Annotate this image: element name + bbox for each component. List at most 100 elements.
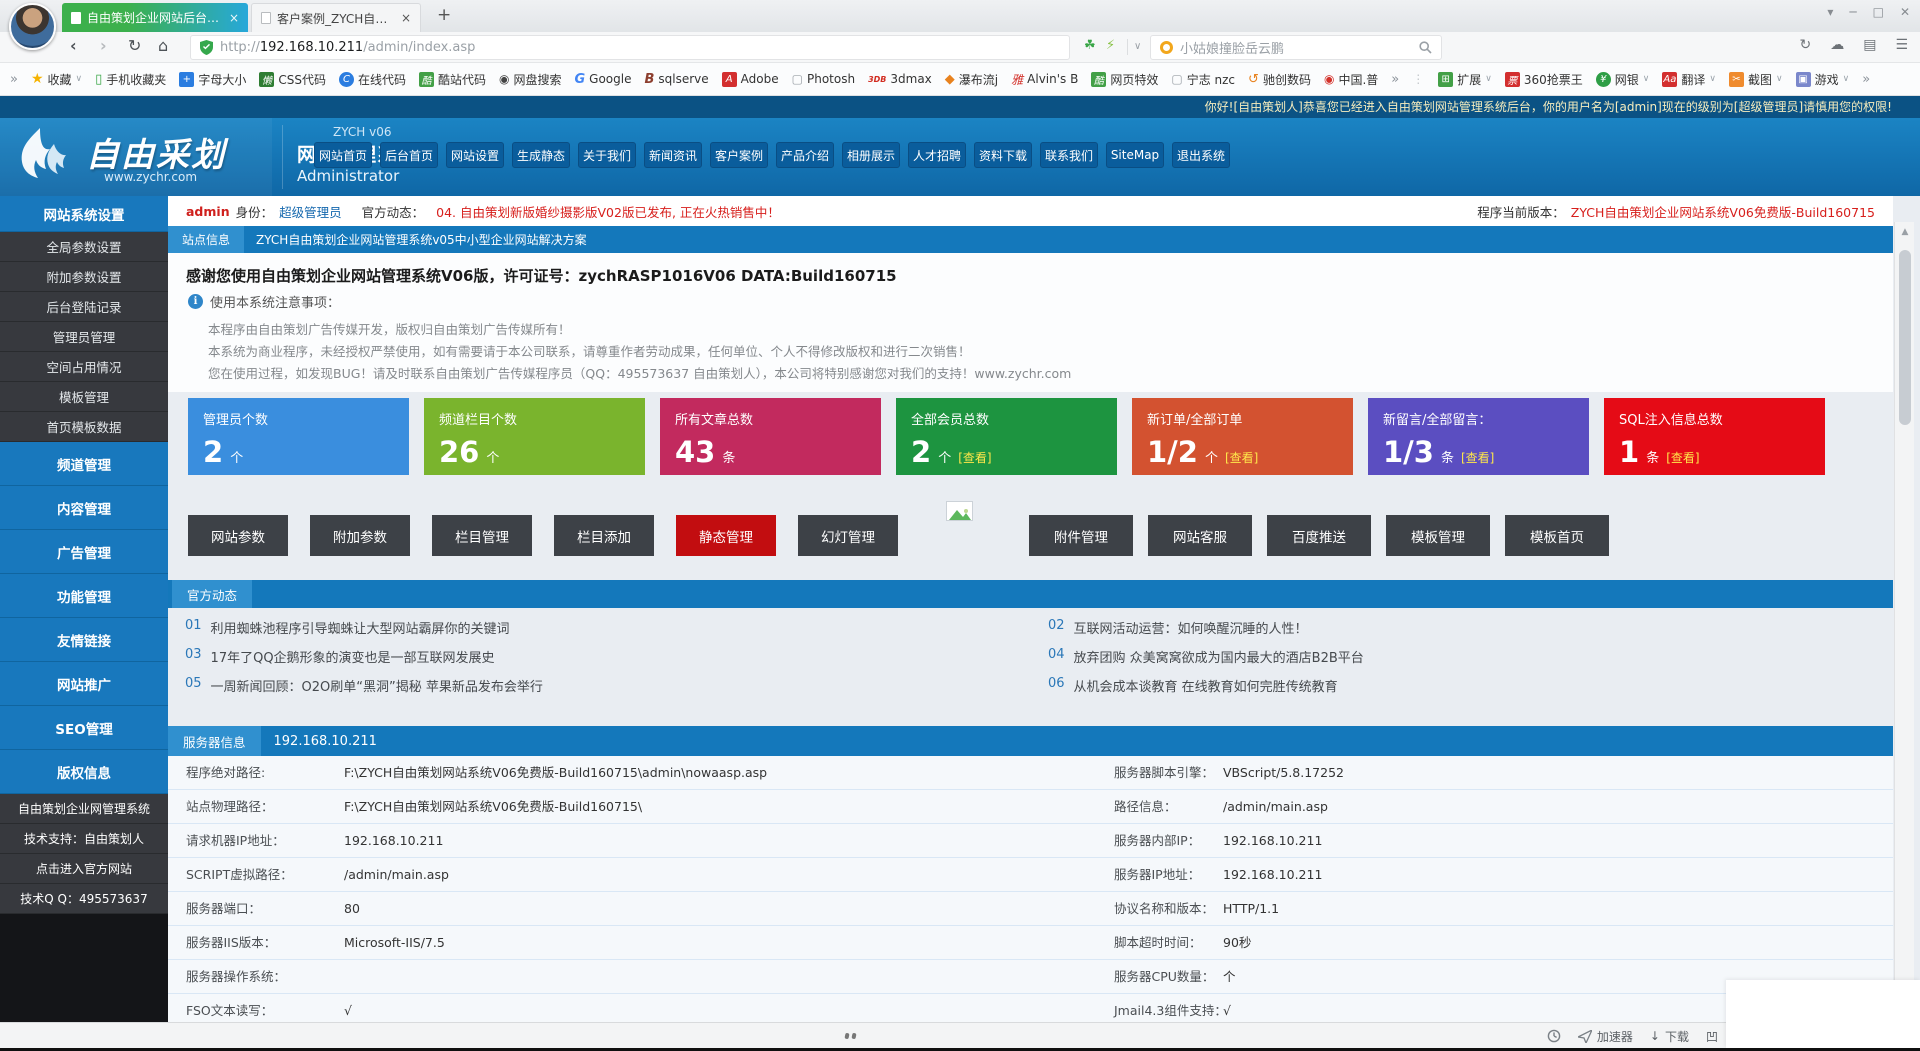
button-column-management[interactable]: 栏目管理 <box>432 515 532 556</box>
official-news-marquee[interactable]: 04. 自由策划新版婚纱摄影版V02版已发布, 正在火热销售中！ <box>436 202 780 221</box>
news-item[interactable]: 0317年了QQ企鹅形象的演变也是一部互联网发展史 <box>185 647 495 666</box>
sidebar-item-function-management[interactable]: 功能管理 <box>0 574 168 618</box>
tab-close-icon[interactable]: × <box>401 11 411 25</box>
button-slide-management[interactable]: 幻灯管理 <box>798 515 898 556</box>
search-icon[interactable] <box>1419 41 1432 54</box>
browser-tab-inactive[interactable]: 客户案例_ZYCH自由策划企业网 × <box>251 3 421 32</box>
bookmark-sqlserver[interactable]: Bsqlserve <box>644 72 708 87</box>
site-info-tab[interactable]: 站点信息 <box>168 226 244 253</box>
nav-site-settings[interactable]: 网站设置 <box>446 142 504 168</box>
sync-icon[interactable]: ↻ <box>1799 37 1811 53</box>
nav-about-us[interactable]: 关于我们 <box>578 142 636 168</box>
button-template-home[interactable]: 模板首页 <box>1505 515 1609 556</box>
scrollbar-thumb[interactable] <box>1899 250 1911 425</box>
sidebar-item-ad-management[interactable]: 广告管理 <box>0 530 168 574</box>
extension-manager[interactable]: ⊞扩展∨ <box>1438 71 1492 88</box>
menu-icon[interactable]: ☰ <box>1895 37 1908 53</box>
bookmark-css-code[interactable]: 懒CSS代码 <box>259 71 326 88</box>
button-static-management[interactable]: 静态管理 <box>676 515 776 556</box>
button-column-add[interactable]: 栏目添加 <box>554 515 654 556</box>
news-item[interactable]: 05一周新闻回顾：O2O刷单“黑洞”揭秘 苹果新品发布会举行 <box>185 676 543 695</box>
view-link[interactable]: [查看] <box>1461 449 1494 466</box>
bookmark-web-effects[interactable]: 酷网页特效 <box>1091 71 1158 88</box>
bookmark-ningzhi[interactable]: ▢宁志 nzc <box>1171 71 1235 88</box>
download-button[interactable]: ↓ 下载 <box>1650 1028 1689 1045</box>
sidebar-item-space-usage[interactable]: 空间占用情况 <box>0 352 168 382</box>
nav-home[interactable]: 网站首页 <box>314 142 372 168</box>
news-item[interactable]: 06从机会成本谈教育 在线教育如何完胜传统教育 <box>1048 676 1338 695</box>
bookmark-zhongguopu[interactable]: ◉中国.普 <box>1324 71 1378 88</box>
view-link[interactable]: [查看] <box>958 449 991 466</box>
nav-customer-cases[interactable]: 客户案例 <box>710 142 768 168</box>
sidebar-item-site-promotion[interactable]: 网站推广 <box>0 662 168 706</box>
forward-icon[interactable]: › <box>100 37 107 55</box>
new-tab-button[interactable]: + <box>437 5 451 25</box>
nav-products[interactable]: 产品介绍 <box>776 142 834 168</box>
speed-test-icon[interactable] <box>1547 1029 1561 1043</box>
bookmark-online-code[interactable]: C在线代码 <box>339 71 406 88</box>
nav-admin-home[interactable]: 后台首页 <box>380 142 438 168</box>
extension-screenshot[interactable]: ✂截图∨ <box>1729 71 1783 88</box>
button-extra-params[interactable]: 附加参数 <box>310 515 410 556</box>
nav-downloads[interactable]: 资料下载 <box>974 142 1032 168</box>
content-scrollbar[interactable]: ▲ <box>1894 222 1914 1022</box>
window-maximize-icon[interactable]: □ <box>1873 5 1884 19</box>
news-item[interactable]: 02互联网活动运营：如何唤醒沉睡的人性！ <box>1048 618 1308 637</box>
sidebar-item-home-template-data[interactable]: 首页模板数据 <box>0 412 168 442</box>
sidebar-item-login-records[interactable]: 后台登陆记录 <box>0 292 168 322</box>
button-baidu-push[interactable]: 百度推送 <box>1267 515 1371 556</box>
sidebar-item-seo-management[interactable]: SEO管理 <box>0 706 168 750</box>
bookmark-adobe[interactable]: AAdobe <box>722 72 779 87</box>
lightning-icon[interactable]: ⚡ <box>1106 38 1115 53</box>
sidebar-footer-official-site-link[interactable]: 点击进入官方网站 <box>0 854 168 884</box>
nav-logout[interactable]: 退出系统 <box>1172 142 1230 168</box>
nav-albums[interactable]: 相册展示 <box>842 142 900 168</box>
bookmark-3dmax[interactable]: 3DB3dmax <box>868 72 932 87</box>
nav-contact[interactable]: 联系我们 <box>1040 142 1098 168</box>
view-link[interactable]: [查看] <box>1225 449 1258 466</box>
official-news-tab[interactable]: 官方动态 <box>172 580 252 608</box>
sidebar-item-copyright-info[interactable]: 版权信息 <box>0 750 168 794</box>
server-info-tab[interactable]: 服务器信息 <box>168 726 261 756</box>
button-template-management[interactable]: 模板管理 <box>1386 515 1490 556</box>
sidebar-item-admin-management[interactable]: 管理员管理 <box>0 322 168 352</box>
window-close-icon[interactable]: ✕ <box>1900 5 1910 19</box>
refresh-icon[interactable]: ↻ <box>128 37 141 55</box>
bookmark-font-size[interactable]: +字母大小 <box>179 71 246 88</box>
extension-netbank[interactable]: ¥网银∨ <box>1596 71 1650 88</box>
bookmarks-overflow-icon[interactable]: » <box>1391 72 1399 87</box>
back-icon[interactable]: ‹ <box>70 37 77 55</box>
sidebar-item-template-management[interactable]: 模板管理 <box>0 382 168 412</box>
user-avatar[interactable] <box>9 3 56 50</box>
bookmark-chichuang[interactable]: ↺驰创数码 <box>1248 71 1311 88</box>
window-minimize-icon[interactable]: ─ <box>1849 5 1856 19</box>
extension-translate[interactable]: Aa翻译∨ <box>1662 71 1716 88</box>
sidebar-item-friend-links[interactable]: 友情链接 <box>0 618 168 662</box>
sidebar-item-system-settings[interactable]: 网站系统设置 <box>0 196 168 232</box>
bookmark-mobile-favorites[interactable]: ▯手机收藏夹 <box>95 71 166 88</box>
nav-jobs[interactable]: 人才招聘 <box>908 142 966 168</box>
sidebar-item-global-params[interactable]: 全局参数设置 <box>0 232 168 262</box>
extension-games[interactable]: ▣游戏∨ <box>1796 71 1850 88</box>
bookmark-google[interactable]: GGoogle <box>574 72 631 87</box>
cloud-icon[interactable]: ☁ <box>1830 37 1844 53</box>
news-item[interactable]: 01利用蜘蛛池程序引导蜘蛛让大型网站霸屏你的关键词 <box>185 618 510 637</box>
button-site-params[interactable]: 网站参数 <box>188 515 288 556</box>
bookmark-favorites[interactable]: ★收藏∨ <box>31 71 82 88</box>
extension-360-ticket[interactable]: 票360抢票王 <box>1505 71 1583 88</box>
view-link[interactable]: [查看] <box>1666 449 1699 466</box>
sidebar-item-content-management[interactable]: 内容管理 <box>0 486 168 530</box>
bookmark-photoshop[interactable]: ▢Photosh <box>792 72 855 87</box>
nav-sitemap[interactable]: SiteMap <box>1106 142 1164 168</box>
bookmark-alvins-blog[interactable]: 雅Alvin's B <box>1011 72 1078 87</box>
accelerator-button[interactable]: 加速器 <box>1578 1028 1633 1045</box>
bookmarks-expand-icon[interactable]: » <box>10 72 18 87</box>
screenshot-tool-icon[interactable]: 凹 <box>1706 1028 1718 1045</box>
search-box[interactable]: 小姑娘撞脸岳云鹏 <box>1150 35 1442 60</box>
flower-icon[interactable]: ☘ <box>1084 38 1096 53</box>
home-icon[interactable]: ⌂ <box>158 37 168 55</box>
news-item[interactable]: 04放弃团购 众美窝窝欲成为国内最大的酒店B2B平台 <box>1048 647 1364 666</box>
extensions-overflow-icon[interactable]: » <box>1862 72 1870 87</box>
skin-icon[interactable]: ▾ <box>1827 5 1833 19</box>
nav-generate-static[interactable]: 生成静态 <box>512 142 570 168</box>
